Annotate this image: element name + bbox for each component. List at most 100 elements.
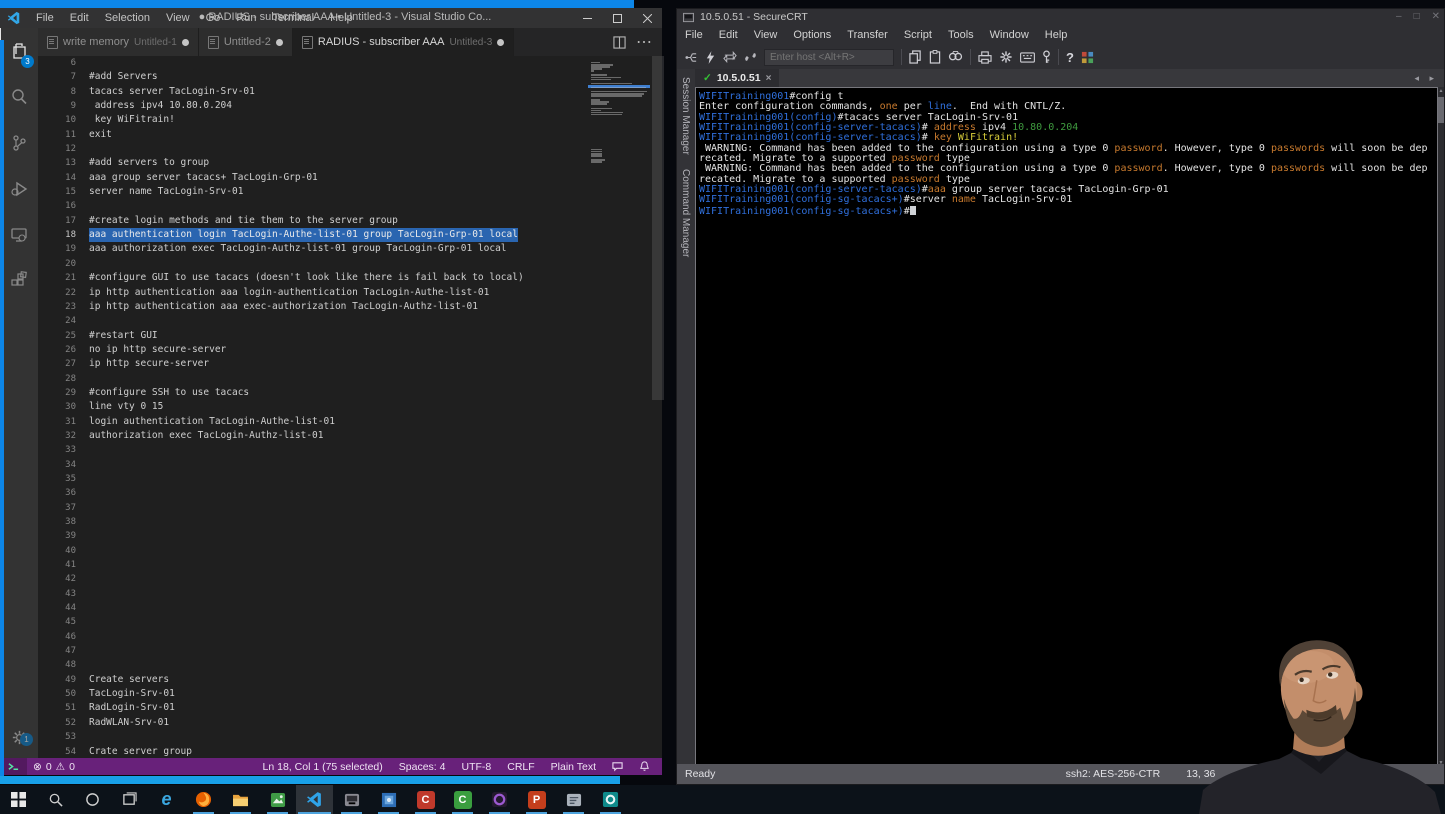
feedback-icon[interactable] — [612, 761, 623, 772]
editor-tab-untitled-2[interactable]: Untitled-2 — [199, 28, 293, 56]
code-line-9[interactable]: 9 address ipv4 10.80.0.204 — [38, 99, 588, 113]
code-line-26[interactable]: 26no ip http secure-server — [38, 343, 588, 357]
code-line-23[interactable]: 23ip http authentication aaa exec-author… — [38, 300, 588, 314]
split-editor-icon[interactable] — [613, 36, 626, 49]
code-line-35[interactable]: 35 — [38, 472, 588, 486]
code-line-17[interactable]: 17#create login methods and tie them to … — [38, 214, 588, 228]
scroll-up-icon[interactable]: ▲ — [1438, 87, 1444, 95]
code-line-19[interactable]: 19aaa authorization exec TacLogin-Authz-… — [38, 242, 588, 256]
code-line-41[interactable]: 41 — [38, 558, 588, 572]
code-line-22[interactable]: 22ip http authentication aaa login-authe… — [38, 286, 588, 300]
code-line-38[interactable]: 38 — [38, 515, 588, 529]
eol-sequence[interactable]: CRLF — [507, 761, 534, 773]
code-line-51[interactable]: 51RadLogin-Srv-01 — [38, 701, 588, 715]
help-icon[interactable]: ? — [1066, 50, 1074, 65]
crt-menu-edit[interactable]: Edit — [711, 27, 746, 43]
scrollbar-thumb[interactable] — [1438, 97, 1444, 123]
code-line-53[interactable]: 53 — [38, 730, 588, 744]
code-line-8[interactable]: 8tacacs server TacLogin-Srv-01 — [38, 85, 588, 99]
activity-explorer-icon[interactable]: 3 — [0, 28, 39, 74]
code-line-47[interactable]: 47 — [38, 644, 588, 658]
paste-icon[interactable] — [929, 50, 941, 64]
code-line-14[interactable]: 14aaa group server tacacs+ TacLogin-Grp-… — [38, 171, 588, 185]
more-actions-icon[interactable]: ⋯ — [636, 32, 652, 52]
securecrt-close-button[interactable]: ✕ — [1432, 11, 1440, 22]
file-explorer-icon[interactable] — [222, 785, 259, 814]
snagit-icon[interactable] — [592, 785, 629, 814]
code-line-10[interactable]: 10 key WiFitrain! — [38, 113, 588, 127]
vscode-minimize-button[interactable] — [572, 8, 602, 28]
find-icon[interactable] — [948, 51, 963, 64]
photos-icon[interactable] — [370, 785, 407, 814]
vscode-minimap[interactable] — [588, 56, 652, 766]
code-line-39[interactable]: 39 — [38, 529, 588, 543]
vscode-editor[interactable]: 67#add Servers8tacacs server TacLogin-Sr… — [38, 56, 588, 766]
session-tab-10.5.0.51[interactable]: ✓ 10.5.0.51 × — [695, 69, 779, 87]
quick-connect-icon[interactable] — [705, 51, 716, 64]
vscode-titlebar[interactable]: FileEditSelectionViewGoRunTerminalHelp ●… — [0, 8, 662, 28]
crt-menu-script[interactable]: Script — [896, 27, 940, 43]
remote-indicator-icon[interactable] — [0, 758, 27, 775]
firefox-icon[interactable] — [185, 785, 222, 814]
code-line-11[interactable]: 11exit — [38, 128, 588, 142]
comms-app-icon[interactable] — [555, 785, 592, 814]
activity-run-debug-icon[interactable] — [0, 166, 38, 212]
language-mode[interactable]: Plain Text — [551, 761, 596, 773]
settings-gear-icon[interactable]: 1 — [0, 722, 38, 752]
cursor-position[interactable]: Ln 18, Col 1 (75 selected) — [263, 761, 383, 773]
code-line-50[interactable]: 50TacLogin-Srv-01 — [38, 687, 588, 701]
powerpoint-icon[interactable]: P — [518, 785, 555, 814]
session-manager-icon[interactable] — [685, 51, 698, 64]
indentation[interactable]: Spaces: 4 — [399, 761, 446, 773]
code-line-49[interactable]: 49Create servers — [38, 673, 588, 687]
code-line-25[interactable]: 25#restart GUI — [38, 329, 588, 343]
camtasia-icon[interactable]: C — [444, 785, 481, 814]
code-line-45[interactable]: 45 — [38, 615, 588, 629]
copy-icon[interactable] — [909, 50, 922, 64]
code-line-29[interactable]: 29#configure SSH to use tacacs — [38, 386, 588, 400]
camtasia-recorder-icon[interactable]: C — [407, 785, 444, 814]
code-line-13[interactable]: 13#add servers to group — [38, 156, 588, 170]
securecrt-minimize-button[interactable]: – — [1396, 11, 1402, 22]
menu-view[interactable]: View — [159, 10, 197, 26]
editor-tab-write-memory[interactable]: write memoryUntitled-1 — [38, 28, 199, 56]
unsaved-dot-icon[interactable] — [276, 39, 283, 46]
vscode-maximize-button[interactable] — [602, 8, 632, 28]
code-line-42[interactable]: 42 — [38, 572, 588, 586]
crt-menu-transfer[interactable]: Transfer — [839, 27, 896, 43]
code-line-27[interactable]: 27ip http secure-server — [38, 357, 588, 371]
crt-menu-help[interactable]: Help — [1037, 27, 1076, 43]
code-line-44[interactable]: 44 — [38, 601, 588, 615]
reconnect-icon[interactable] — [723, 51, 737, 63]
options-icon[interactable] — [999, 50, 1013, 64]
enter-host-input[interactable] — [764, 49, 894, 66]
crt-menu-options[interactable]: Options — [785, 27, 839, 43]
code-line-48[interactable]: 48 — [38, 658, 588, 672]
code-line-21[interactable]: 21#configure GUI to use tacacs (doesn't … — [38, 271, 588, 285]
cortana-button[interactable] — [74, 785, 111, 814]
editor-tab-radius-subscriber-aaa[interactable]: RADIUS - subscriber AAAUntitled-3 — [293, 28, 514, 56]
unsaved-dot-icon[interactable] — [182, 39, 189, 46]
securecrt-maximize-button[interactable]: □ — [1414, 11, 1420, 22]
securecrt-titlebar[interactable]: 10.5.0.51 - SecureCRT – □ ✕ — [677, 9, 1444, 25]
code-line-7[interactable]: 7#add Servers — [38, 70, 588, 84]
activity-extensions-icon[interactable] — [0, 258, 38, 304]
session-tab-close-icon[interactable]: × — [766, 73, 772, 84]
code-line-36[interactable]: 36 — [38, 486, 588, 500]
code-line-33[interactable]: 33 — [38, 443, 588, 457]
menu-file[interactable]: File — [29, 10, 61, 26]
code-line-15[interactable]: 15server name TacLogin-Srv-01 — [38, 185, 588, 199]
task-view-button[interactable] — [111, 785, 148, 814]
securecrt-icon[interactable] — [333, 785, 370, 814]
vscode-icon[interactable] — [296, 785, 333, 814]
purple-app-icon[interactable] — [481, 785, 518, 814]
code-line-30[interactable]: 30line vty 0 15 — [38, 400, 588, 414]
code-line-52[interactable]: 52RadWLAN-Srv-01 — [38, 716, 588, 730]
code-line-24[interactable]: 24 — [38, 314, 588, 328]
search-button[interactable] — [37, 785, 74, 814]
code-line-32[interactable]: 32authorization exec TacLogin-Authz-list… — [38, 429, 588, 443]
crt-menu-file[interactable]: File — [677, 27, 711, 43]
tab-scroll-arrows[interactable]: ◂ ▸ — [1414, 73, 1444, 84]
crt-menu-tools[interactable]: Tools — [940, 27, 982, 43]
image-editor-icon[interactable] — [259, 785, 296, 814]
